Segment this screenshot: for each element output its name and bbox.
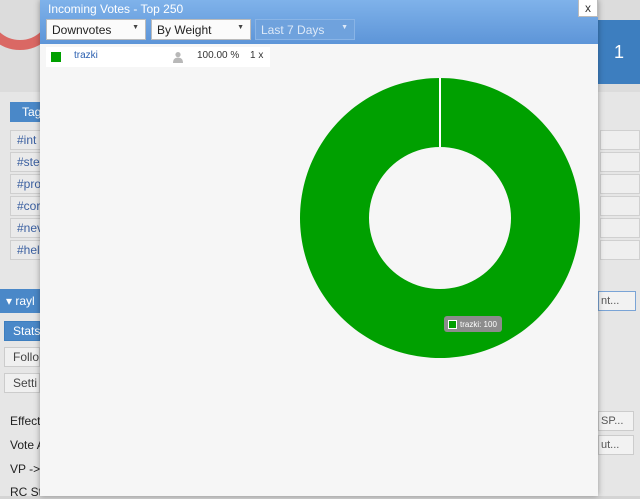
background-small-button[interactable]: ut... — [598, 435, 634, 455]
chevron-down-icon: ▾ — [6, 294, 13, 308]
user-name: rayl — [15, 294, 35, 308]
stat-label: VP -> — [10, 462, 41, 476]
background-action-button[interactable]: nt... — [598, 291, 636, 311]
incoming-votes-dialog: Incoming Votes - Top 250 x Downvotes ▼ B… — [40, 0, 598, 496]
chart-tooltip: trazki: 100 — [444, 316, 502, 332]
tab-settings[interactable]: Setti — [4, 373, 40, 393]
tooltip-text: trazki: 100 — [460, 319, 497, 329]
tab-stats[interactable]: Stats — [4, 321, 40, 341]
donut-chart — [299, 78, 580, 359]
user-bar[interactable]: ▾ rayl — [0, 289, 40, 313]
badge-number: 1 — [598, 20, 640, 84]
tab-follow[interactable]: Follo — [4, 347, 40, 367]
tooltip-color-swatch — [448, 319, 457, 329]
background-small-button[interactable]: SP... — [598, 411, 634, 431]
stat-label: Effect — [10, 414, 41, 428]
